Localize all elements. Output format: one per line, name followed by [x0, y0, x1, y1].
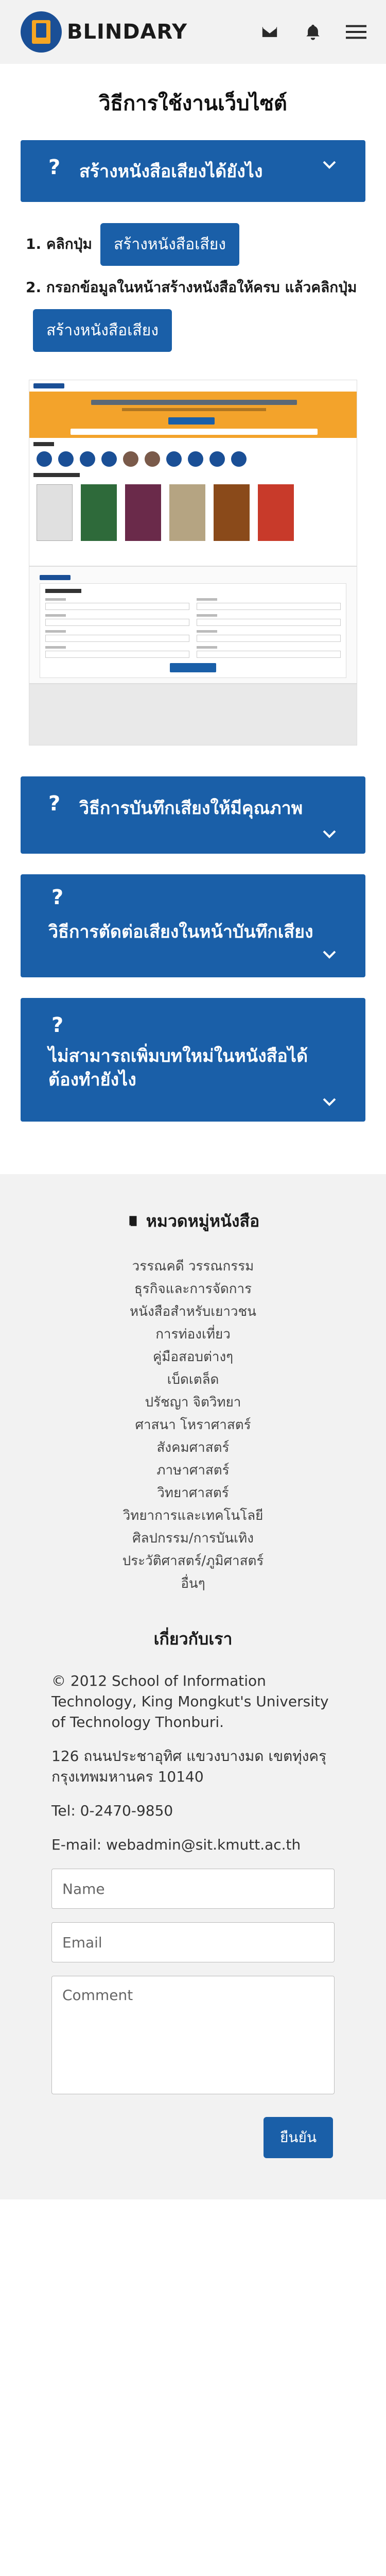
create-book-form-screenshot-image — [29, 566, 357, 684]
footer: หมวดหมู่หนังสือ วรรณคดี วรรณกรรม ธุรกิจแ… — [0, 1174, 386, 2199]
menu-icon[interactable] — [346, 22, 366, 42]
step-2: 2. กรอกข้อมูลในหน้าสร้างหนังสือให้ครบ แล… — [26, 277, 360, 298]
question-icon: ? — [48, 792, 61, 816]
brand-logo-icon — [21, 11, 62, 53]
submit-button[interactable]: ยืนยัน — [264, 2117, 334, 2158]
bell-icon[interactable] — [303, 22, 323, 42]
faq-edit-audio[interactable]: ? วิธีการตัดต่อเสียงในหน้าบันทึกเสียง — [21, 874, 365, 977]
category-link[interactable]: ศาสนา โหราศาสตร์ — [51, 1414, 335, 1436]
create-audiobook-button-2[interactable]: สร้างหนังสือเสียง — [33, 309, 172, 352]
category-link[interactable]: ธุรกิจและการจัดการ — [51, 1278, 335, 1300]
chevron-down-icon — [322, 950, 337, 960]
category-link[interactable]: การท่องเที่ยว — [51, 1323, 335, 1346]
faq-answer: 1. คลิกปุ่ม สร้างหนังสือเสียง 2. กรอกข้อ… — [26, 223, 360, 352]
faq-add-chapter[interactable]: ? ไม่สามารถเพิ่มบทใหม่ในหนังสือได้ต้องทำ… — [21, 998, 365, 1122]
category-list: วรรณคดี วรรณกรรม ธุรกิจและการจัดการ หนัง… — [51, 1255, 335, 1595]
create-audiobook-button[interactable]: สร้างหนังสือเสียง — [100, 223, 239, 266]
name-field[interactable]: Name — [51, 1869, 335, 1909]
question-icon: ? — [48, 156, 61, 179]
category-title: หมวดหมู่หนังสือ — [51, 1208, 335, 1234]
about-copyright: © 2012 School of Information Technology,… — [51, 1672, 329, 1731]
brand[interactable]: BLINDARY — [21, 11, 187, 53]
faq-label: วิธีการบันทึกเสียงให้มีคุณภาพ — [79, 798, 303, 819]
comment-field[interactable]: Comment — [51, 1976, 335, 2094]
email-field[interactable]: Email — [51, 1922, 335, 1962]
category-link[interactable]: วรรณคดี วรรณกรรม — [51, 1255, 335, 1278]
category-link[interactable]: ภาษาศาสตร์ — [51, 1459, 335, 1482]
category-title-text: หมวดหมู่หนังสือ — [146, 1211, 260, 1231]
footer-screenshot-image — [29, 684, 357, 745]
book-icon — [127, 1212, 140, 1232]
chevron-down-icon — [322, 829, 337, 839]
faq-record-quality[interactable]: ? วิธีการบันทึกเสียงให้มีคุณภาพ — [21, 776, 365, 854]
about-section: © 2012 School of Information Technology,… — [51, 1671, 335, 1855]
chevron-up-icon — [322, 160, 337, 170]
step-1-text: 1. คลิกปุ่ม — [26, 235, 92, 252]
question-icon: ? — [51, 886, 64, 909]
nav-icons — [259, 22, 366, 42]
category-link[interactable]: ศิลปกรรม/การบันเทิง — [51, 1527, 335, 1550]
about-address: 126 ถนนประชาอุทิศ แขวงบางมด เขตทุ่งครุ ก… — [51, 1748, 327, 1785]
step-2-text: 2. กรอกข้อมูลในหน้าสร้างหนังสือให้ครบ แล… — [26, 279, 357, 296]
chevron-down-icon — [322, 1097, 337, 1107]
brand-name: BLINDARY — [67, 20, 188, 44]
step-1: 1. คลิกปุ่ม สร้างหนังสือเสียง — [26, 223, 360, 266]
navbar: BLINDARY — [0, 0, 386, 64]
category-link[interactable]: อื่นๆ — [51, 1572, 335, 1595]
category-link[interactable]: สังคมศาสตร์ — [51, 1436, 335, 1459]
category-link[interactable]: หนังสือสำหรับเยาวชน — [51, 1300, 335, 1323]
mail-icon[interactable] — [259, 22, 280, 42]
contact-form: Name Email Comment ยืนยัน — [51, 1869, 335, 2158]
question-icon: ? — [51, 1013, 64, 1037]
page-title: วิธีการใช้งานเว็บไซต์ — [99, 92, 287, 115]
faq-label: วิธีการตัดต่อเสียงในหน้าบันทึกเสียง — [48, 922, 313, 942]
faq-label: สร้างหนังสือเสียงได้ยังไง — [79, 161, 263, 182]
category-link[interactable]: เบ็ดเตล็ด — [51, 1368, 335, 1391]
faq-create-audiobook[interactable]: ? สร้างหนังสือเสียงได้ยังไง — [21, 140, 365, 202]
category-link[interactable]: วิทยาศาสตร์ — [51, 1482, 335, 1504]
about-email: E-mail: webadmin@sit.kmutt.ac.th — [51, 1836, 301, 1853]
faq-label: ไม่สามารถเพิ่มบทใหม่ในหนังสือได้ต้องทำยั… — [48, 1046, 308, 1090]
homepage-screenshot-image — [29, 380, 357, 566]
about-tel: Tel: 0-2470-9850 — [51, 1802, 173, 1819]
category-link[interactable]: คู่มือสอบต่างๆ — [51, 1346, 335, 1368]
category-link[interactable]: ประวัติศาสตร์/ภูมิศาสตร์ — [51, 1550, 335, 1572]
category-link[interactable]: ปรัชญา จิตวิทยา — [51, 1391, 335, 1414]
about-title: เกี่ยวกับเรา — [153, 1629, 233, 1649]
category-link[interactable]: วิทยาการและเทคโนโลยี — [51, 1504, 335, 1527]
